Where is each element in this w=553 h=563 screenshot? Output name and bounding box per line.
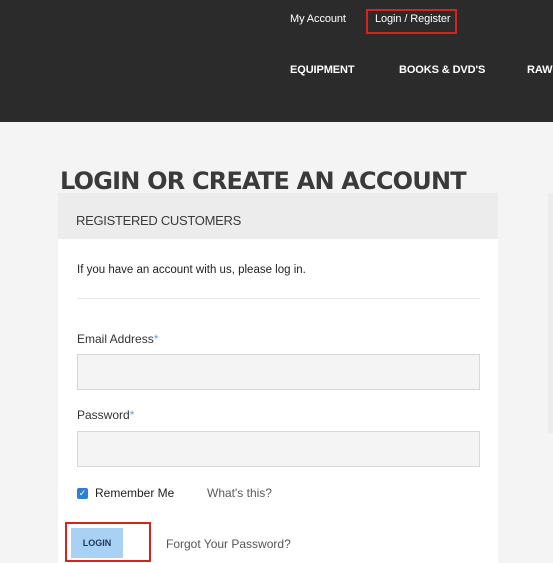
login-intro-text: If you have an account with us, please l… (77, 264, 306, 276)
email-field[interactable] (77, 354, 480, 390)
login-button[interactable]: LOGIN (71, 528, 123, 558)
registered-customers-panel: REGISTERED CUSTOMERS If you have an acco… (58, 193, 498, 563)
password-label: Password* (77, 408, 134, 422)
page-title: LOGIN OR CREATE AN ACCOUNT (60, 167, 467, 195)
nav-raw[interactable]: RAW (527, 64, 552, 76)
divider (77, 298, 480, 299)
my-account-link[interactable]: My Account (290, 13, 346, 25)
password-label-text: Password (77, 408, 130, 422)
password-field[interactable] (77, 431, 480, 467)
email-label: Email Address* (77, 332, 158, 346)
nav-equipment[interactable]: EQUIPMENT (290, 64, 355, 76)
required-marker: * (153, 332, 159, 346)
remember-me-checkbox[interactable]: ✓ (77, 488, 88, 499)
login-register-link[interactable]: Login / Register (375, 13, 451, 25)
required-marker: * (129, 408, 135, 422)
header-bar: My Account Login / Register EQUIPMENT BO… (0, 0, 553, 122)
whats-this-link[interactable]: What's this? (207, 486, 272, 500)
remember-me-label: Remember Me (95, 486, 175, 500)
new-customers-panel-edge (548, 193, 553, 433)
panel-header: REGISTERED CUSTOMERS (58, 193, 498, 239)
check-icon: ✓ (78, 488, 87, 498)
email-label-text: Email Address (77, 332, 154, 346)
nav-books-dvds[interactable]: BOOKS & DVD'S (399, 64, 485, 76)
panel-heading: REGISTERED CUSTOMERS (76, 213, 241, 228)
forgot-password-link[interactable]: Forgot Your Password? (166, 537, 291, 551)
